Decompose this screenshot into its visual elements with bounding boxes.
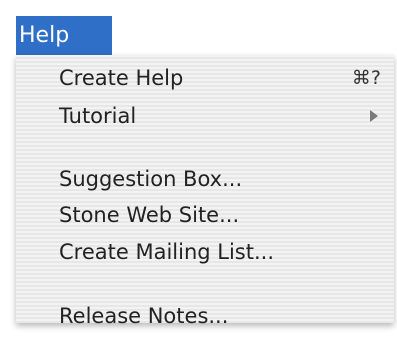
help-menu-title[interactable]: Help (16, 16, 112, 55)
menu-item-label: Create Mailing List... (59, 240, 274, 264)
help-menu-dropdown: Create Help ⌘? Tutorial Suggestion Box..… (16, 55, 394, 328)
menu-item-label: Tutorial (59, 104, 137, 128)
menu-item-suggestion-box[interactable]: Suggestion Box... (16, 160, 394, 198)
menu-item-tutorial[interactable]: Tutorial (16, 97, 394, 135)
menu-item-create-help[interactable]: Create Help ⌘? (16, 59, 394, 97)
menu-item-label: Stone Web Site... (59, 203, 240, 227)
menu-item-label: Release Notes... (59, 304, 229, 328)
submenu-arrow-icon (370, 110, 378, 122)
menu-item-release-notes[interactable]: Release Notes... (16, 297, 394, 335)
menu-item-label: Suggestion Box... (59, 167, 243, 191)
menu-item-label: Create Help (59, 66, 184, 90)
menu-item-create-mailing-list[interactable]: Create Mailing List... (16, 233, 394, 271)
menu-item-stone-web-site[interactable]: Stone Web Site... (16, 196, 394, 234)
keyboard-shortcut: ⌘? (351, 67, 381, 89)
